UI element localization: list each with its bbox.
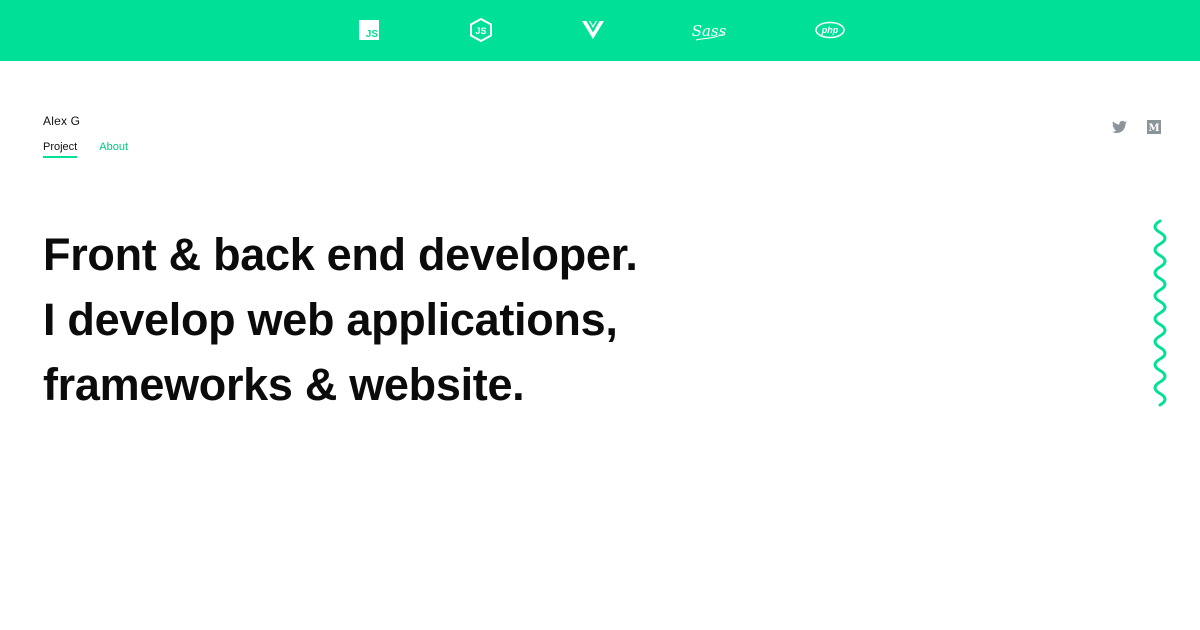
nav-project[interactable]: Project <box>43 141 78 158</box>
sass-icon: Sass <box>689 14 729 46</box>
site-brand[interactable]: Alex G <box>43 114 80 128</box>
php-icon-label: php <box>821 25 839 35</box>
hero-line-3: frameworks & website. <box>43 359 525 410</box>
nodejs-icon: JS <box>461 14 501 46</box>
twitter-link[interactable] <box>1112 120 1128 136</box>
hero-headline: Front & back end developer. I develop we… <box>43 222 743 417</box>
medium-link[interactable]: M <box>1147 120 1163 136</box>
nav-about[interactable]: About <box>99 141 128 158</box>
vue-icon <box>573 14 613 46</box>
twitter-icon <box>1112 120 1127 133</box>
sass-icon-label: Sass <box>692 22 726 40</box>
js-icon-label: JS <box>366 29 379 40</box>
php-icon: php <box>810 14 850 46</box>
medium-icon: M <box>1147 120 1161 134</box>
medium-icon-label: M <box>1148 123 1159 134</box>
hero-line-2: I develop web applications, <box>43 294 618 345</box>
tech-stack-bar: JS JS Sass php <box>0 0 1200 61</box>
nodejs-icon-label: JS <box>475 26 486 36</box>
hero-line-1: Front & back end developer. <box>43 229 638 280</box>
js-icon: JS <box>349 14 389 46</box>
main-nav: Project About <box>43 141 128 158</box>
squiggle-decoration <box>1153 219 1167 407</box>
